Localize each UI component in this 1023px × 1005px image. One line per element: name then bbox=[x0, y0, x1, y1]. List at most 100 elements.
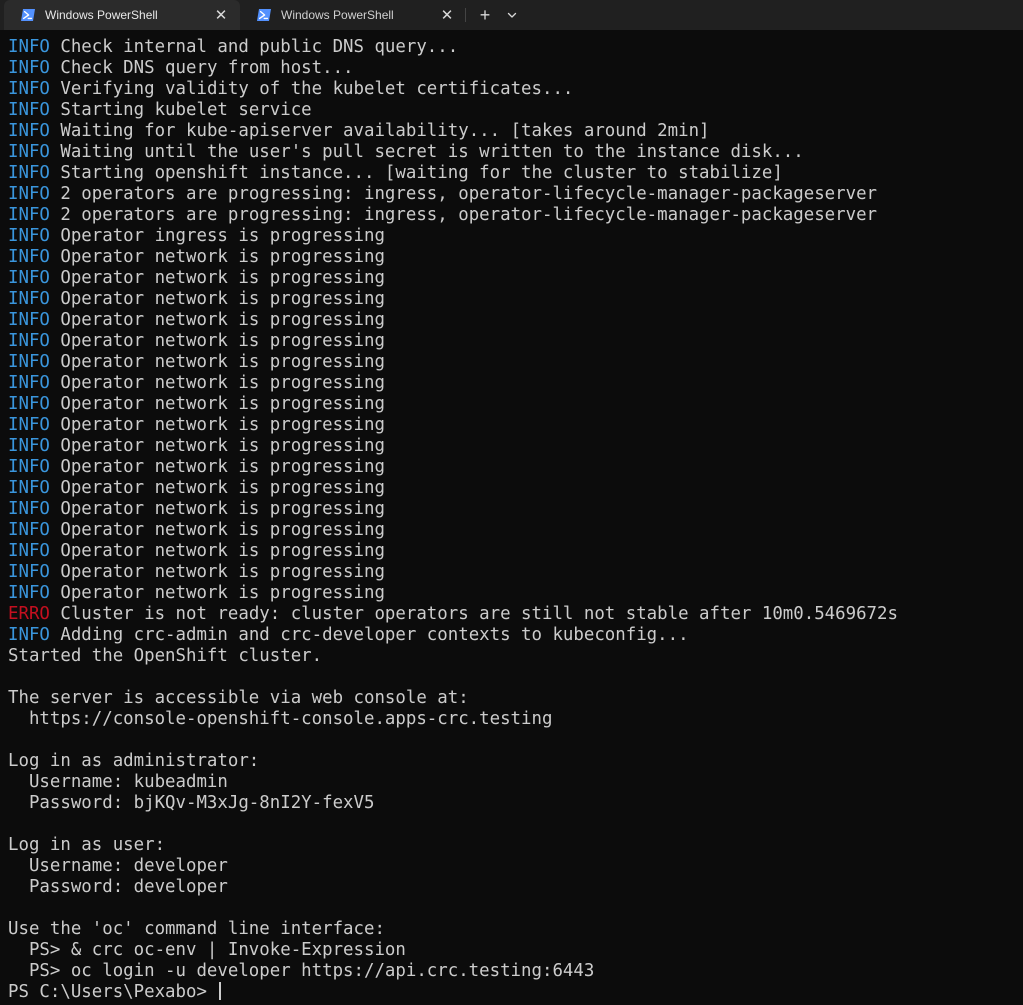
log-level-info: INFO bbox=[8, 562, 50, 582]
close-icon[interactable]: ✕ bbox=[208, 6, 234, 24]
terminal-line: INFO Starting openshift instance... [wai… bbox=[8, 163, 1023, 184]
terminal-line: INFO Operator network is progressing bbox=[8, 289, 1023, 310]
terminal-line: INFO Operator network is progressing bbox=[8, 373, 1023, 394]
log-message: Operator network is progressing bbox=[49, 436, 385, 456]
log-message: Password: bjKQv-M3xJg-8nI2Y-fexV5 bbox=[8, 793, 375, 813]
log-message: Operator network is progressing bbox=[49, 562, 385, 582]
plus-icon: + bbox=[479, 4, 491, 25]
log-message: Check DNS query from host... bbox=[49, 58, 354, 78]
prompt-line[interactable]: PS C:\Users\Pexabo> bbox=[8, 982, 1023, 1003]
terminal-line: INFO Operator network is progressing bbox=[8, 478, 1023, 499]
terminal-line: INFO Adding crc-admin and crc-developer … bbox=[8, 625, 1023, 646]
terminal-line: INFO Operator network is progressing bbox=[8, 562, 1023, 583]
terminal-line: INFO Operator network is progressing bbox=[8, 415, 1023, 436]
log-message: Username: kubeadmin bbox=[8, 772, 228, 792]
log-message: Operator network is progressing bbox=[49, 394, 385, 414]
log-level-info: INFO bbox=[8, 436, 50, 456]
log-message: Waiting for kube-apiserver availability.… bbox=[49, 121, 710, 141]
log-message: Waiting until the user's pull secret is … bbox=[49, 142, 804, 162]
log-level-info: INFO bbox=[8, 37, 50, 57]
powershell-icon bbox=[21, 9, 35, 21]
log-message: Operator network is progressing bbox=[49, 415, 385, 435]
terminal-line: INFO Check internal and public DNS query… bbox=[8, 37, 1023, 58]
log-message: Use the 'oc' command line interface: bbox=[8, 919, 385, 939]
terminal-line: INFO Operator network is progressing bbox=[8, 268, 1023, 289]
terminal-line: Log in as administrator: bbox=[8, 751, 1023, 772]
terminal-line: INFO Operator network is progressing bbox=[8, 457, 1023, 478]
terminal-scrollbar[interactable] bbox=[1019, 30, 1023, 1005]
log-message: Cluster is not ready: cluster operators … bbox=[49, 604, 898, 624]
log-message: Log in as administrator: bbox=[8, 751, 260, 771]
terminal-line: Use the 'oc' command line interface: bbox=[8, 919, 1023, 940]
terminal-line: The server is accessible via web console… bbox=[8, 688, 1023, 709]
log-level-info: INFO bbox=[8, 163, 50, 183]
terminal-line: INFO Operator network is progressing bbox=[8, 541, 1023, 562]
shell-prompt: PS C:\Users\Pexabo> bbox=[8, 982, 218, 1002]
terminal-line: PS> oc login -u developer https://api.cr… bbox=[8, 961, 1023, 982]
tab-dropdown-button[interactable] bbox=[500, 0, 524, 30]
log-message: Operator network is progressing bbox=[49, 373, 385, 393]
terminal-line: INFO Waiting for kube-apiserver availabi… bbox=[8, 121, 1023, 142]
terminal-line: Log in as user: bbox=[8, 835, 1023, 856]
log-message: Operator network is progressing bbox=[49, 499, 385, 519]
log-level-info: INFO bbox=[8, 373, 50, 393]
log-level-info: INFO bbox=[8, 520, 50, 540]
log-message: Operator network is progressing bbox=[49, 310, 385, 330]
log-message: Operator network is progressing bbox=[49, 331, 385, 351]
log-level-info: INFO bbox=[8, 583, 50, 603]
log-message: Operator network is progressing bbox=[49, 247, 385, 267]
terminal-line: ERRO Cluster is not ready: cluster opera… bbox=[8, 604, 1023, 625]
log-level-info: INFO bbox=[8, 310, 50, 330]
log-message: Log in as user: bbox=[8, 835, 166, 855]
terminal-line: INFO Operator network is progressing bbox=[8, 331, 1023, 352]
terminal-line: Password: bjKQv-M3xJg-8nI2Y-fexV5 bbox=[8, 793, 1023, 814]
new-tab-button[interactable]: + bbox=[470, 0, 500, 30]
log-message: Verifying validity of the kubelet certif… bbox=[49, 79, 574, 99]
terminal-line: INFO Operator network is progressing bbox=[8, 520, 1023, 541]
log-level-info: INFO bbox=[8, 205, 50, 225]
terminal-line: INFO Operator network is progressing bbox=[8, 310, 1023, 331]
terminal-line: INFO Operator network is progressing bbox=[8, 394, 1023, 415]
log-level-info: INFO bbox=[8, 352, 50, 372]
log-message: 2 operators are progressing: ingress, op… bbox=[49, 205, 878, 225]
log-level-info: INFO bbox=[8, 226, 50, 246]
log-level-info: INFO bbox=[8, 58, 50, 78]
tab-powershell-1[interactable]: Windows PowerShell ✕ bbox=[4, 0, 240, 30]
log-message: Operator network is progressing bbox=[49, 541, 385, 561]
log-message: Password: developer bbox=[8, 877, 228, 897]
terminal-line: INFO Operator network is progressing bbox=[8, 436, 1023, 457]
terminal-line: INFO Starting kubelet service bbox=[8, 100, 1023, 121]
log-level-info: INFO bbox=[8, 247, 50, 267]
log-message: 2 operators are progressing: ingress, op… bbox=[49, 184, 878, 204]
log-message: PS> & crc oc-env | Invoke-Expression bbox=[8, 940, 406, 960]
log-level-info: INFO bbox=[8, 541, 50, 561]
text-cursor bbox=[219, 982, 222, 1000]
terminal-line: INFO Operator network is progressing bbox=[8, 583, 1023, 604]
powershell-icon bbox=[257, 9, 271, 21]
log-message: Starting kubelet service bbox=[49, 100, 312, 120]
terminal-line: INFO Operator network is progressing bbox=[8, 352, 1023, 373]
terminal-line: https://console-openshift-console.apps-c… bbox=[8, 709, 1023, 730]
log-message: Operator network is progressing bbox=[49, 478, 385, 498]
terminal-line: Username: developer bbox=[8, 856, 1023, 877]
close-icon[interactable]: ✕ bbox=[434, 6, 460, 24]
log-level-info: INFO bbox=[8, 457, 50, 477]
tab-powershell-2[interactable]: Windows PowerShell ✕ bbox=[240, 0, 466, 30]
log-level-info: INFO bbox=[8, 331, 50, 351]
log-message: Username: developer bbox=[8, 856, 228, 876]
terminal-line: Password: developer bbox=[8, 877, 1023, 898]
log-message: Operator network is progressing bbox=[49, 520, 385, 540]
log-level-error: ERRO bbox=[8, 604, 50, 624]
log-level-info: INFO bbox=[8, 79, 50, 99]
tab-title: Windows PowerShell bbox=[281, 8, 394, 22]
log-message: PS> oc login -u developer https://api.cr… bbox=[8, 961, 595, 981]
log-message: Operator network is progressing bbox=[49, 583, 385, 603]
terminal-line: INFO 2 operators are progressing: ingres… bbox=[8, 205, 1023, 226]
terminal-output[interactable]: INFO Check internal and public DNS query… bbox=[0, 30, 1023, 1005]
log-level-info: INFO bbox=[8, 289, 50, 309]
log-message: https://console-openshift-console.apps-c… bbox=[8, 709, 553, 729]
log-message: Operator network is progressing bbox=[49, 268, 385, 288]
log-level-info: INFO bbox=[8, 184, 50, 204]
log-message: Started the OpenShift cluster. bbox=[8, 646, 323, 666]
